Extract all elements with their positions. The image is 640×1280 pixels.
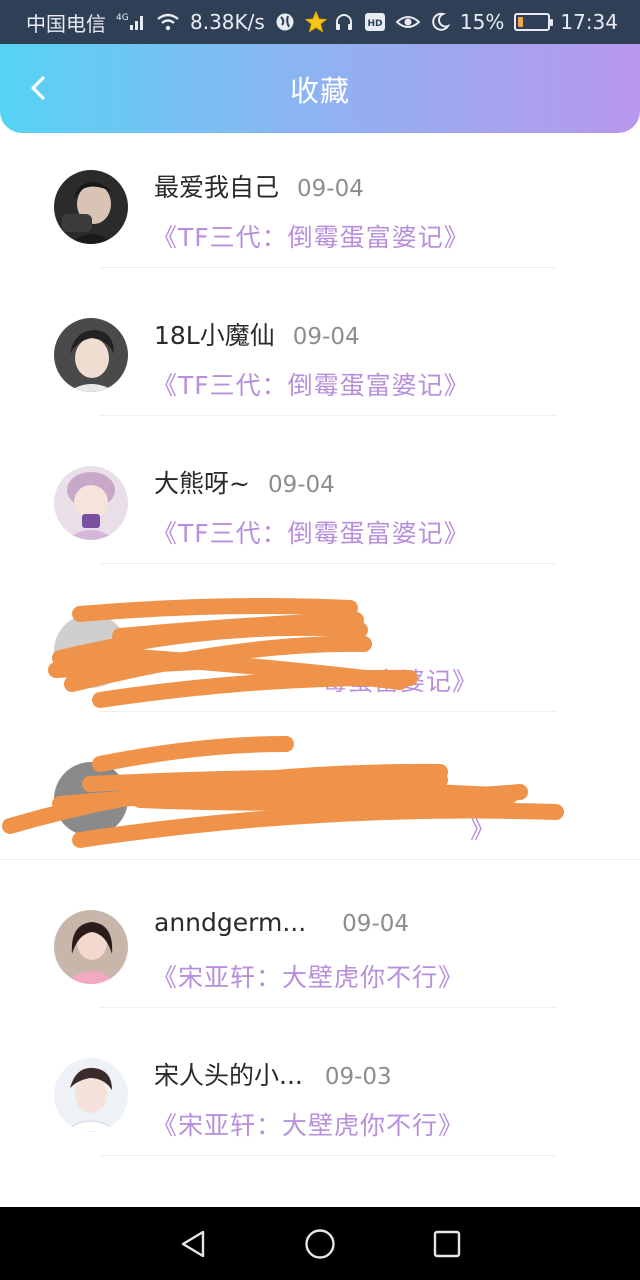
avatar[interactable] bbox=[54, 466, 128, 540]
list-item[interactable]: 》 bbox=[0, 742, 640, 890]
list-item[interactable]: 最爱我自己 09-04 《TF三代：倒霉蛋富婆记》 bbox=[0, 150, 640, 298]
item-header: 大熊呀~ 09-04 bbox=[154, 464, 335, 500]
wifi-icon bbox=[156, 12, 180, 32]
signal-icon: 4G bbox=[116, 12, 146, 32]
list-item[interactable]: anndgerm... 09-04 《宋亚轩：大壁虎你不行》 bbox=[0, 890, 640, 1038]
item-date: 09-04 bbox=[292, 324, 360, 350]
chevron-left-icon bbox=[31, 76, 45, 100]
item-header: 18L小魔仙 09-04 bbox=[154, 316, 360, 352]
divider bbox=[100, 267, 556, 268]
page-title: 收藏 bbox=[289, 73, 350, 108]
battery-icon bbox=[514, 13, 554, 31]
battery-percent: 15% bbox=[459, 10, 505, 34]
avatar[interactable] bbox=[54, 614, 128, 688]
item-header: 最爱我自己 09-04 bbox=[154, 168, 364, 204]
moon-icon bbox=[430, 12, 450, 32]
recents-square-icon bbox=[433, 1230, 460, 1257]
nav-back-button[interactable] bbox=[163, 1214, 223, 1274]
book-title[interactable]: 《TF三代：倒霉蛋富婆记》 bbox=[152, 514, 470, 550]
divider bbox=[0, 859, 640, 860]
book-title[interactable]: 《宋亚轩：大壁虎你不行》 bbox=[152, 1106, 464, 1142]
avatar[interactable] bbox=[54, 910, 128, 984]
book-title[interactable]: 》 bbox=[470, 810, 496, 846]
avatar[interactable] bbox=[54, 1058, 128, 1132]
user-name[interactable]: 大熊呀~ bbox=[154, 464, 250, 500]
network-speed: 8.38K/s bbox=[190, 10, 265, 34]
back-triangle-icon bbox=[182, 1230, 205, 1257]
carrier-label: 中国电信 bbox=[26, 11, 106, 36]
user-name[interactable]: 宋人头的小... bbox=[154, 1056, 303, 1092]
network-type: 4G bbox=[116, 13, 129, 23]
list-item[interactable]: 霉蛋富婆记》 bbox=[0, 594, 640, 742]
item-date: 09-04 bbox=[297, 176, 364, 202]
back-button[interactable] bbox=[18, 66, 58, 110]
system-nav-bar bbox=[0, 1207, 640, 1280]
user-name[interactable]: 最爱我自己 bbox=[154, 168, 279, 204]
hd-label: HD bbox=[367, 19, 382, 29]
divider bbox=[100, 1155, 556, 1156]
status-bar: 中国电信 4G 8.38K/s HD 15% 17:34 bbox=[0, 0, 640, 44]
book-title[interactable]: 《宋亚轩：大壁虎你不行》 bbox=[152, 958, 464, 994]
app-header: 收藏 bbox=[0, 44, 640, 133]
item-date: 09-03 bbox=[324, 1064, 392, 1090]
divider bbox=[100, 711, 556, 712]
book-title-fragment: 》 bbox=[470, 815, 497, 844]
eye-icon bbox=[395, 12, 420, 32]
list-item[interactable]: 宋人头的小... 09-03 《宋亚轩：大壁虎你不行》 bbox=[0, 1038, 640, 1186]
list-item[interactable]: 大熊呀~ 09-04 《TF三代：倒霉蛋富婆记》 bbox=[0, 446, 640, 594]
divider bbox=[100, 1007, 556, 1008]
user-name[interactable]: anndgerm... bbox=[154, 908, 306, 937]
nav-home-button[interactable] bbox=[290, 1214, 350, 1274]
item-date: 09-04 bbox=[267, 472, 335, 498]
book-title[interactable]: 霉蛋富婆记》 bbox=[322, 662, 478, 698]
nav-recents-button[interactable] bbox=[417, 1214, 477, 1274]
user-name[interactable]: 18L小魔仙 bbox=[154, 316, 275, 352]
item-date: 09-04 bbox=[342, 911, 410, 937]
divider bbox=[100, 563, 556, 564]
book-title[interactable]: 《TF三代：倒霉蛋富婆记》 bbox=[152, 366, 470, 402]
favorites-list: 最爱我自己 09-04 《TF三代：倒霉蛋富婆记》 18L小魔仙 09-04 《… bbox=[0, 150, 640, 1186]
clock: 17:34 bbox=[560, 10, 618, 34]
book-title-fragment: 霉蛋富婆记》 bbox=[322, 667, 479, 696]
headphones-icon bbox=[334, 12, 354, 32]
item-header: anndgerm... 09-04 bbox=[154, 908, 409, 937]
list-item[interactable]: 18L小魔仙 09-04 《TF三代：倒霉蛋富婆记》 bbox=[0, 298, 640, 446]
star-icon bbox=[304, 11, 327, 33]
avatar[interactable] bbox=[54, 170, 128, 244]
home-circle-icon bbox=[305, 1228, 335, 1259]
book-title[interactable]: 《TF三代：倒霉蛋富婆记》 bbox=[152, 218, 470, 254]
avatar[interactable] bbox=[54, 762, 128, 836]
globe-icon bbox=[275, 12, 295, 32]
avatar[interactable] bbox=[54, 318, 128, 392]
item-header: 宋人头的小... 09-03 bbox=[154, 1056, 392, 1092]
divider bbox=[100, 415, 556, 416]
hd-icon: HD bbox=[364, 12, 386, 32]
